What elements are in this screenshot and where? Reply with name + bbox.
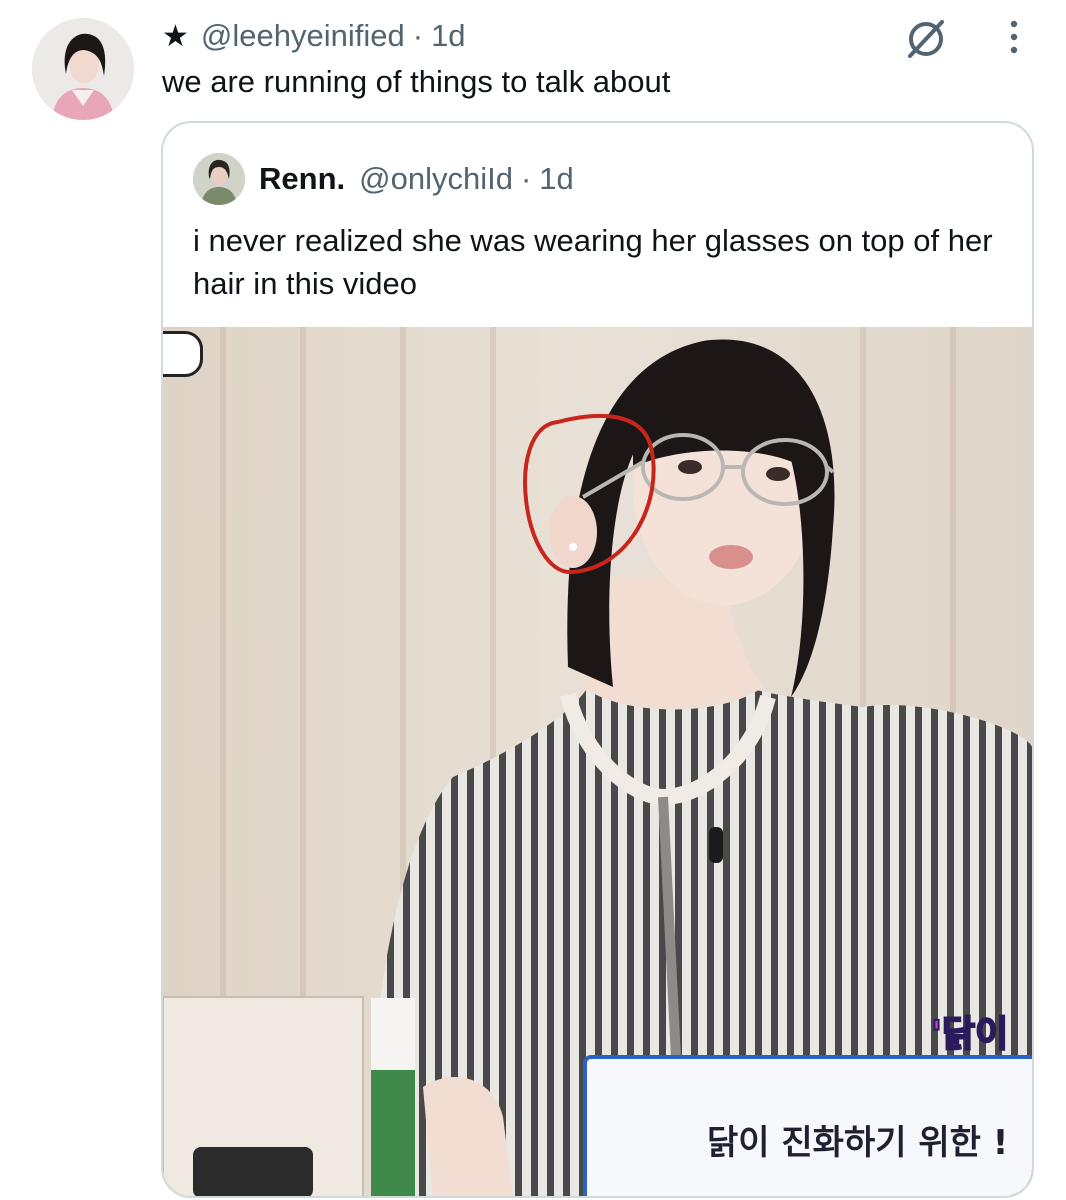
avatar-photo [32,18,134,120]
separator-dot: · [412,18,424,53]
quoted-tweet-timestamp[interactable]: 1d [539,161,573,197]
author-handle[interactable]: @leehyeinified [201,18,405,54]
star-icon: ★ [162,19,189,53]
quoted-media-image[interactable]: '닭이 닭이 진화하기 위한 ! [163,327,1032,1196]
more-vertical-icon[interactable] [1002,18,1026,58]
tweet-timestamp[interactable]: 1d [431,18,465,54]
tweet-text: we are running of things to talk about [162,64,671,99]
mute-icon[interactable] [902,14,950,62]
author-avatar[interactable] [32,18,134,120]
video-caption-text: 닭이 진화하기 위한 ! [707,1123,1009,1163]
video-caption-box: 닭이 진화하기 위한 ! [583,1055,1032,1196]
separator-dot: · [520,161,532,196]
quoted-tweet-header: Renn. @onlychiId · 1d [259,157,574,201]
image-corner-tab [163,331,203,377]
quoted-tweet-text: i never realized she was wearing her gla… [193,223,993,301]
video-badge-text: '닭이 [930,1013,1009,1056]
quoted-author-handle[interactable]: @onlychiId [359,161,513,197]
tweet-header: ★ @leehyeinified · 1d [162,14,466,58]
quoted-avatar-photo [193,153,245,205]
quoted-author-avatar[interactable] [193,153,245,205]
quoted-author-name[interactable]: Renn. [259,161,345,197]
quoted-tweet-card[interactable]: Renn. @onlychiId · 1d i never realized s… [161,121,1034,1198]
